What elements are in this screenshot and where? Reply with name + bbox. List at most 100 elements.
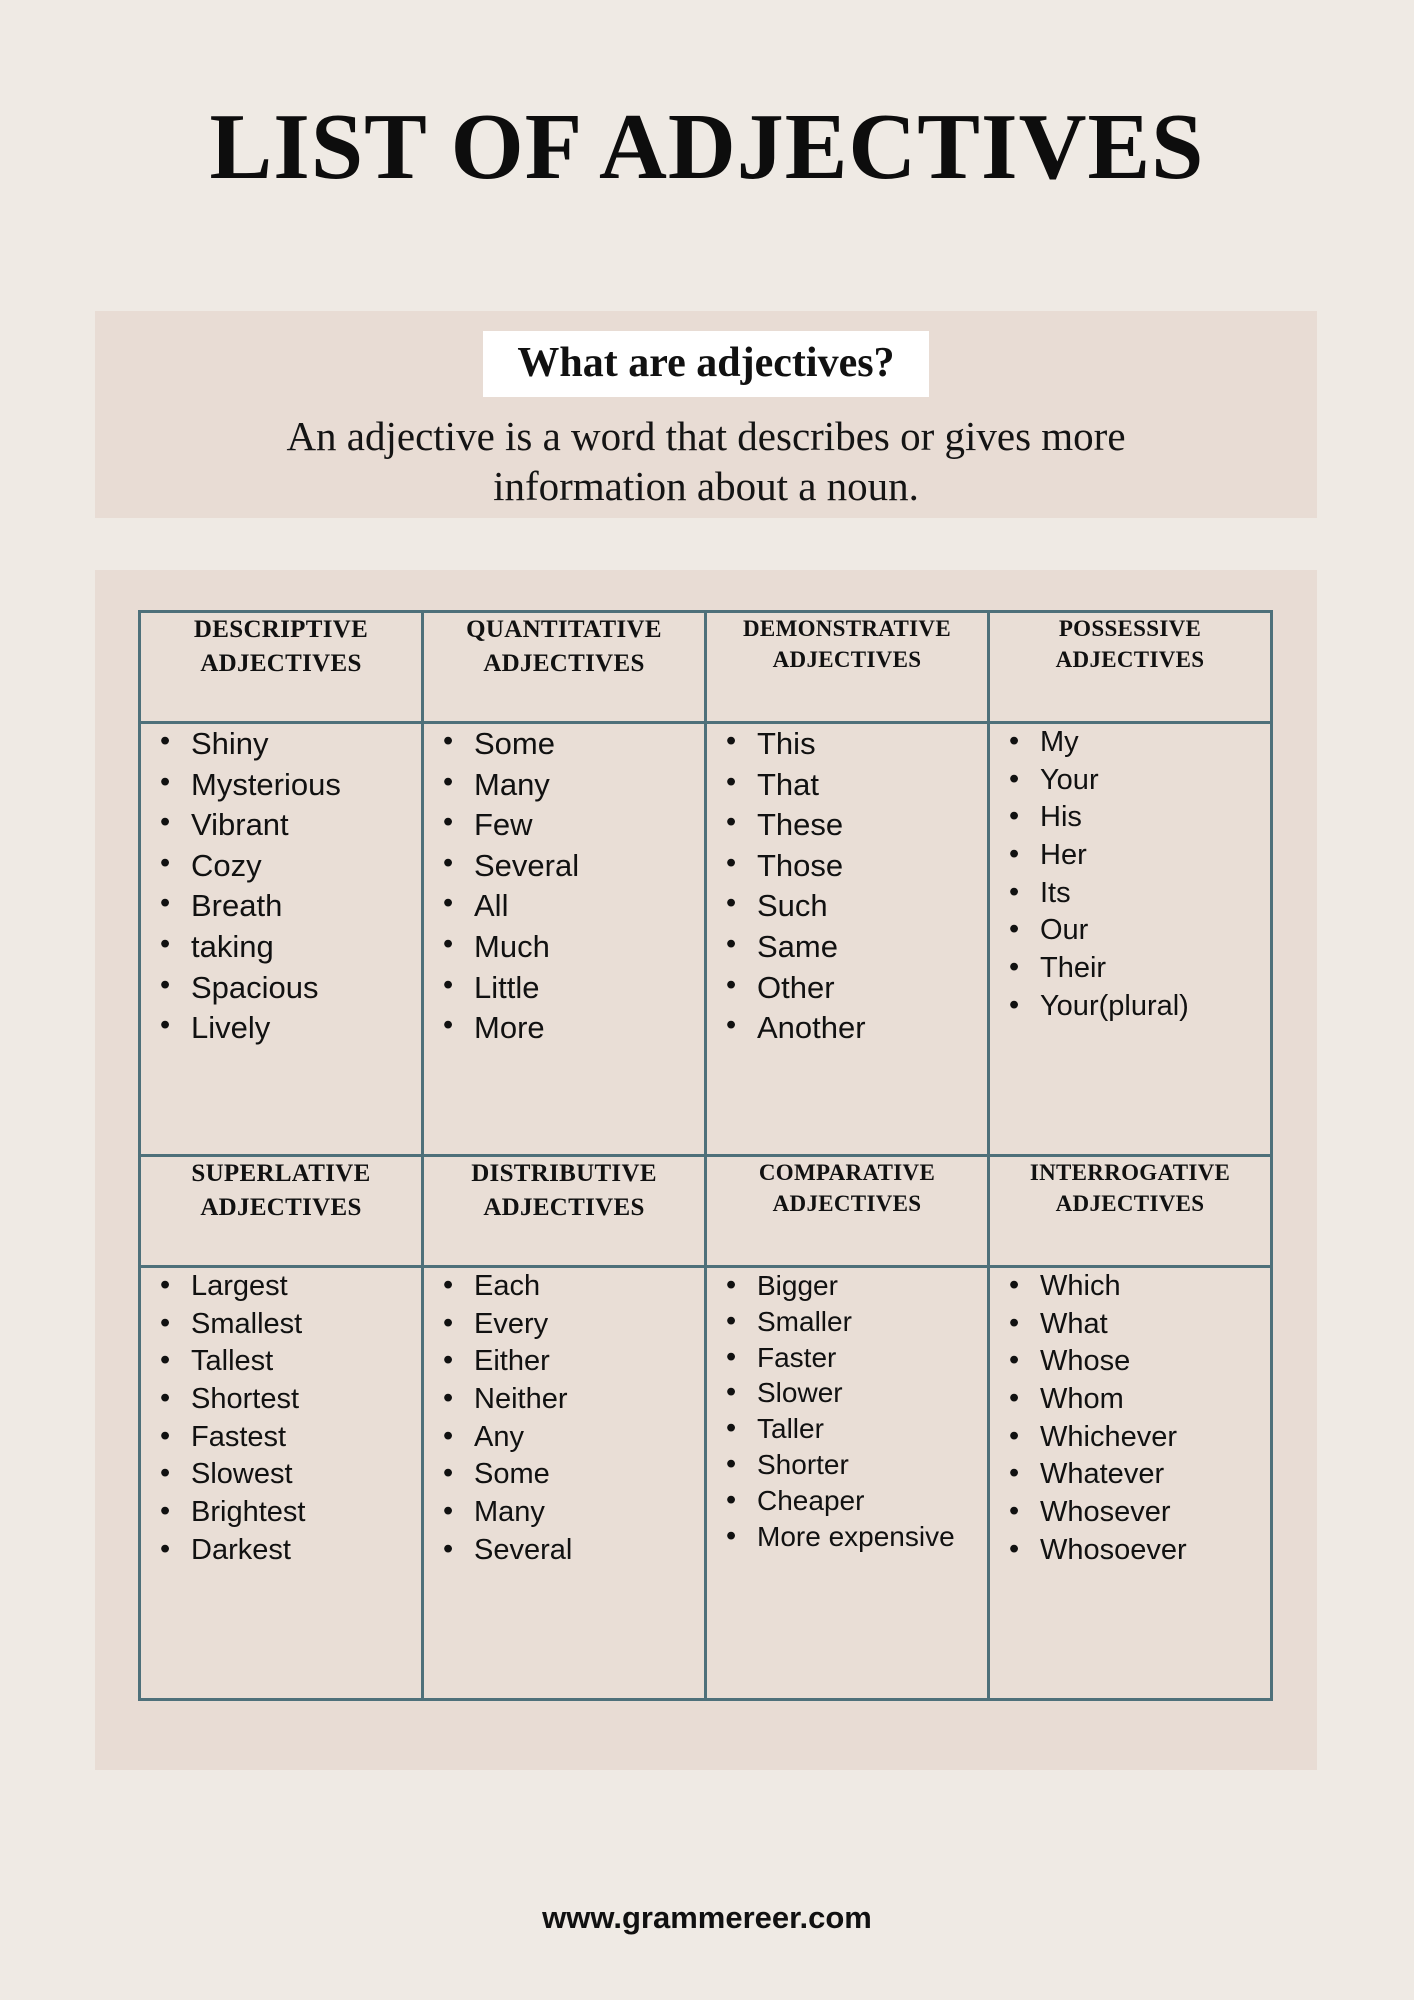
- list-item: Fastest: [160, 1418, 421, 1457]
- list-item: Slower: [726, 1374, 987, 1412]
- table-header-cell: QUANTITATIVE ADJECTIVES: [421, 610, 707, 724]
- column-header-superlative: SUPERLATIVE ADJECTIVES: [191, 1160, 371, 1221]
- table-content-cell: My Your His Her Its Our Their Your(plura…: [987, 721, 1273, 1157]
- list-item: Whose: [1009, 1342, 1270, 1381]
- list-item: Largest: [160, 1267, 421, 1306]
- list-item: Several: [443, 1531, 704, 1570]
- list-item: Cozy: [160, 845, 421, 887]
- column-header-quantitative: QUANTITATIVE ADJECTIVES: [466, 616, 662, 677]
- list-item: Any: [443, 1418, 704, 1457]
- column-header-demonstrative: DEMONSTRATIVE ADJECTIVES: [743, 616, 951, 673]
- list-item: Other: [726, 967, 987, 1009]
- list-item: Several: [443, 845, 704, 887]
- table-header-cell: POSSESSIVE ADJECTIVES: [987, 610, 1273, 724]
- list-item: That: [726, 764, 987, 806]
- word-list-distributive: Each Every Either Neither Any Some Many …: [424, 1267, 704, 1570]
- list-item: Whosoever: [1009, 1531, 1270, 1570]
- list-item: These: [726, 804, 987, 846]
- list-item: His: [1009, 798, 1270, 837]
- list-item: Some: [443, 1455, 704, 1494]
- table-header-cell: DISTRIBUTIVE ADJECTIVES: [421, 1154, 707, 1268]
- list-item: Which: [1009, 1267, 1270, 1306]
- list-item: Some: [443, 723, 704, 765]
- list-item: Whatever: [1009, 1455, 1270, 1494]
- word-list-superlative: Largest Smallest Tallest Shortest Fastes…: [141, 1267, 421, 1570]
- table-header-row: SUPERLATIVE ADJECTIVES DISTRIBUTIVE ADJE…: [138, 1154, 1273, 1268]
- list-item: Its: [1009, 874, 1270, 913]
- list-item: My: [1009, 723, 1270, 762]
- list-item: Spacious: [160, 967, 421, 1009]
- column-header-possessive: POSSESSIVE ADJECTIVES: [1055, 616, 1205, 673]
- adjective-table: DESCRIPTIVE ADJECTIVES QUANTITATIVE ADJE…: [138, 610, 1273, 1701]
- table-content-cell: Some Many Few Several All Much Little Mo…: [421, 721, 707, 1157]
- word-list-possessive: My Your His Her Its Our Their Your(plura…: [990, 723, 1270, 1026]
- column-header-interrogative: INTERROGATIVE ADJECTIVES: [1029, 1160, 1231, 1217]
- list-item: Your(plural): [1009, 987, 1270, 1026]
- list-item: Every: [443, 1305, 704, 1344]
- word-list-quantitative: Some Many Few Several All Much Little Mo…: [424, 723, 704, 1049]
- list-item: Much: [443, 926, 704, 968]
- list-item: Their: [1009, 949, 1270, 988]
- word-list-descriptive: Shiny Mysterious Vibrant Cozy Breath tak…: [141, 723, 421, 1049]
- list-item: Shortest: [160, 1380, 421, 1419]
- table-header-cell: SUPERLATIVE ADJECTIVES: [138, 1154, 424, 1268]
- column-header-descriptive: DESCRIPTIVE ADJECTIVES: [193, 616, 369, 677]
- list-item: Breath: [160, 885, 421, 927]
- list-item: Tallest: [160, 1342, 421, 1381]
- column-header-comparative: COMPARATIVE ADJECTIVES: [758, 1160, 936, 1217]
- list-item: taking: [160, 926, 421, 968]
- table-content-cell: Which What Whose Whom Whichever Whatever…: [987, 1265, 1273, 1701]
- list-item: Bigger: [726, 1267, 987, 1305]
- footer-url: www.grammereer.com: [542, 1900, 872, 1935]
- list-item: All: [443, 885, 704, 927]
- poster-page: LIST OF ADJECTIVES What are adjectives? …: [0, 0, 1414, 2000]
- table-content-row: Largest Smallest Tallest Shortest Fastes…: [138, 1265, 1273, 1701]
- list-item: Each: [443, 1267, 704, 1306]
- list-item: Smaller: [726, 1303, 987, 1341]
- list-item: Either: [443, 1342, 704, 1381]
- table-content-cell: Largest Smallest Tallest Shortest Fastes…: [138, 1265, 424, 1701]
- list-item: Brightest: [160, 1493, 421, 1532]
- definition-band: What are adjectives? An adjective is a w…: [95, 311, 1317, 518]
- list-item: Such: [726, 885, 987, 927]
- page-title: LIST OF ADJECTIVES: [209, 95, 1205, 199]
- list-item: This: [726, 723, 987, 765]
- list-item: Shiny: [160, 723, 421, 765]
- list-item: Whichever: [1009, 1418, 1270, 1457]
- list-item: Her: [1009, 836, 1270, 875]
- list-item: Smallest: [160, 1305, 421, 1344]
- list-item: More expensive: [726, 1518, 987, 1556]
- definition-heading: What are adjectives?: [483, 331, 929, 398]
- list-item: Whosever: [1009, 1493, 1270, 1532]
- table-header-cell: INTERROGATIVE ADJECTIVES: [987, 1154, 1273, 1268]
- column-header-distributive: DISTRIBUTIVE ADJECTIVES: [471, 1160, 657, 1221]
- table-header-cell: COMPARATIVE ADJECTIVES: [704, 1154, 990, 1268]
- list-item: Shorter: [726, 1446, 987, 1484]
- table-content-row: Shiny Mysterious Vibrant Cozy Breath tak…: [138, 721, 1273, 1157]
- definition-heading-wrap: What are adjectives?: [95, 331, 1317, 398]
- list-item: Little: [443, 967, 704, 1009]
- word-list-comparative: Bigger Smaller Faster Slower Taller Shor…: [707, 1267, 987, 1556]
- list-item: More: [443, 1007, 704, 1049]
- list-item: Darkest: [160, 1531, 421, 1570]
- list-item: Faster: [726, 1339, 987, 1377]
- list-item: Neither: [443, 1380, 704, 1419]
- table-content-cell: Each Every Either Neither Any Some Many …: [421, 1265, 707, 1701]
- table-header-cell: DESCRIPTIVE ADJECTIVES: [138, 610, 424, 724]
- table-header-cell: DEMONSTRATIVE ADJECTIVES: [704, 610, 990, 724]
- list-item: Those: [726, 845, 987, 887]
- list-item: What: [1009, 1305, 1270, 1344]
- table-header-row: DESCRIPTIVE ADJECTIVES QUANTITATIVE ADJE…: [138, 610, 1273, 724]
- definition-text: An adjective is a word that describes or…: [286, 413, 1126, 510]
- list-item: Many: [443, 764, 704, 806]
- table-content-cell: Shiny Mysterious Vibrant Cozy Breath tak…: [138, 721, 424, 1157]
- list-item: Another: [726, 1007, 987, 1049]
- list-item: Vibrant: [160, 804, 421, 846]
- list-item: Your: [1009, 761, 1270, 800]
- list-item: Slowest: [160, 1455, 421, 1494]
- list-item: Taller: [726, 1410, 987, 1448]
- list-item: Lively: [160, 1007, 421, 1049]
- list-item: Our: [1009, 911, 1270, 950]
- word-list-demonstrative: This That These Those Such Same Other An…: [707, 723, 987, 1049]
- list-item: Same: [726, 926, 987, 968]
